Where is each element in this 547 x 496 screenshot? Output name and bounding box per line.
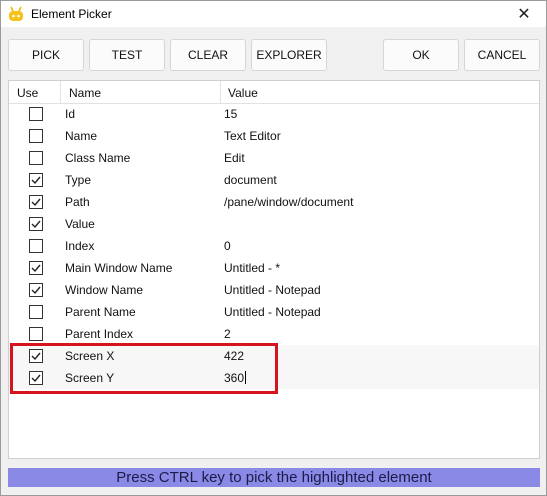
property-name: Parent Name — [65, 305, 136, 319]
property-name: Name — [65, 129, 98, 143]
property-value[interactable]: 2 — [224, 327, 231, 341]
header-use[interactable]: Use — [17, 86, 38, 100]
use-checkbox[interactable] — [29, 107, 43, 121]
table-row[interactable]: Parent Name Untitled - Notepad — [9, 301, 539, 323]
property-value-text: /pane/window/document — [224, 195, 354, 209]
use-checkbox[interactable] — [29, 261, 43, 275]
property-name: Parent Index — [65, 327, 134, 341]
title-bar: Element Picker ✕ — [1, 1, 546, 27]
property-value[interactable]: Edit — [224, 151, 245, 165]
header-name[interactable]: Name — [69, 86, 101, 100]
highlight-box — [10, 343, 278, 394]
property-value-text: 2 — [224, 327, 231, 341]
property-value[interactable]: Untitled - Notepad — [224, 305, 321, 319]
property-value[interactable]: Untitled - * — [224, 261, 280, 275]
toolbar: PICK TEST CLEAR EXPLORER OK CANCEL — [1, 27, 546, 79]
status-bar: Press CTRL key to pick the highlighted e… — [8, 468, 540, 487]
element-picker-window: Element Picker ✕ PICK TEST CLEAR EXPLORE… — [0, 0, 547, 496]
use-checkbox[interactable] — [29, 151, 43, 165]
property-value[interactable]: document — [224, 173, 277, 187]
property-value-text: document — [224, 173, 277, 187]
property-value[interactable]: Text Editor — [224, 129, 281, 143]
property-value[interactable]: 0 — [224, 239, 231, 253]
properties-grid: Use Name Value Id 15 Name Text Editor Class … — [8, 80, 540, 459]
property-value-text: 15 — [224, 107, 238, 121]
use-checkbox[interactable] — [29, 217, 43, 231]
property-name: Path — [65, 195, 90, 209]
property-name: Class Name — [65, 151, 131, 165]
property-value[interactable]: /pane/window/document — [224, 195, 353, 209]
table-row[interactable]: Id 15 — [9, 103, 539, 125]
test-button[interactable]: TEST — [89, 39, 165, 71]
ok-button[interactable]: OK — [383, 39, 459, 71]
property-value-text: Untitled - * — [224, 261, 281, 275]
property-value-text: Text Editor — [224, 129, 281, 143]
table-row[interactable]: Index 0 — [9, 235, 539, 257]
use-checkbox[interactable] — [29, 305, 43, 319]
property-name: Window Name — [65, 283, 144, 297]
property-value[interactable]: Untitled - Notepad — [224, 283, 321, 297]
table-row[interactable]: Value — [9, 213, 539, 235]
table-row[interactable]: Name Text Editor — [9, 125, 539, 147]
cancel-button[interactable]: CANCEL — [464, 39, 540, 71]
table-row[interactable]: Main Window Name Untitled - * — [9, 257, 539, 279]
use-checkbox[interactable] — [29, 327, 43, 341]
use-checkbox[interactable] — [29, 239, 43, 253]
property-value-text: 0 — [224, 239, 231, 253]
property-name: Id — [65, 107, 76, 121]
explorer-button[interactable]: EXPLORER — [251, 39, 327, 71]
pick-button[interactable]: PICK — [8, 39, 84, 71]
clear-button[interactable]: CLEAR — [170, 39, 246, 71]
use-checkbox[interactable] — [29, 195, 43, 209]
property-value[interactable]: 15 — [224, 107, 237, 121]
property-name: Main Window Name — [65, 261, 173, 275]
property-value-text: Untitled - Notepad — [224, 283, 321, 297]
property-name: Index — [65, 239, 95, 253]
table-row[interactable]: Class Name Edit — [9, 147, 539, 169]
close-icon[interactable]: ✕ — [502, 1, 546, 27]
property-name: Value — [65, 217, 95, 231]
table-row[interactable]: Parent Index 2 — [9, 323, 539, 345]
table-row[interactable]: Path/pane/window/document — [9, 191, 539, 213]
property-value-text: Untitled - Notepad — [224, 305, 321, 319]
use-checkbox[interactable] — [29, 173, 43, 187]
header-divider[interactable] — [60, 81, 61, 103]
header-divider[interactable] — [220, 81, 221, 103]
header-value[interactable]: Value — [228, 86, 258, 100]
table-row[interactable]: Window Name Untitled - Notepad — [9, 279, 539, 301]
window-title: Element Picker — [31, 7, 112, 21]
table-row[interactable]: Type document — [9, 169, 539, 191]
use-checkbox[interactable] — [29, 129, 43, 143]
grid-header: Use Name Value — [9, 81, 539, 104]
use-checkbox[interactable] — [29, 283, 43, 297]
app-robot-icon — [7, 6, 25, 22]
property-name: Type — [65, 173, 92, 187]
property-value-text: Edit — [224, 151, 245, 165]
